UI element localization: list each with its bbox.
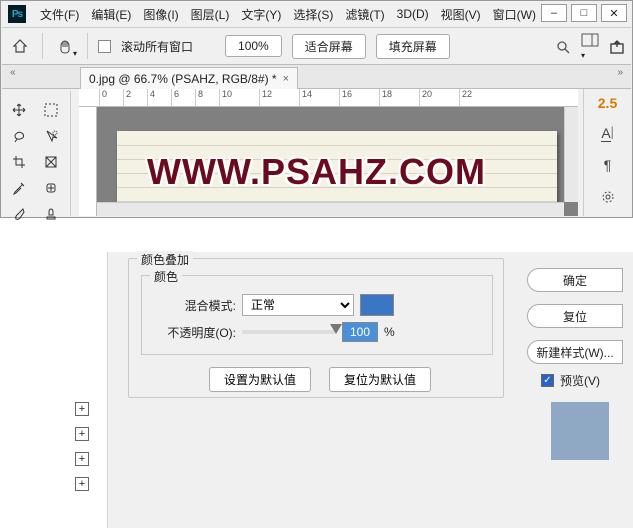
slider-thumb-icon[interactable] [330,324,342,334]
add-effect-button[interactable]: + [75,452,89,466]
document-canvas[interactable]: WWW.PSAHZ.COM [117,131,557,211]
toolbox [3,91,71,216]
menu-item-3d[interactable]: 3D(D) [391,5,435,23]
color-subgroup: 颜色 混合模式: 正常 不透明度(O): % [141,275,493,355]
ruler-tick: 22 [459,89,499,106]
preview-label: 预览(V) [560,372,600,389]
ruler-tick: 0 [99,89,123,106]
menu-bar: Ps 文件(F) 编辑(E) 图像(I) 图层(L) 文字(Y) 选择(S) 滤… [2,2,631,26]
fill-screen-button[interactable]: 填充屏幕 [376,34,450,59]
menu-item-layer[interactable]: 图层(L) [185,4,236,25]
scroll-all-checkbox[interactable] [98,40,111,53]
window-close[interactable]: ✕ [601,4,627,22]
dialog-actions: 确定 复位 新建样式(W)... ✓ 预览(V) [521,252,633,528]
blend-mode-label: 混合模式: [162,297,236,314]
ruler-tick: 18 [379,89,419,106]
ruler-tick: 2 [123,89,147,106]
fit-screen-button[interactable]: 适合屏幕 [292,34,366,59]
opacity-label: 不透明度(O): [148,324,236,341]
ruler-horizontal[interactable]: 0 2 4 6 8 10 12 14 16 18 20 22 [79,89,578,107]
frame-tool[interactable] [36,150,66,174]
ok-button[interactable]: 确定 [527,268,623,292]
ruler-tick: 8 [195,89,219,106]
menu-item-view[interactable]: 视图(V) [435,4,487,25]
window-maximize[interactable]: □ [571,4,597,22]
char-size-value[interactable]: 2.5 [598,95,617,111]
reset-default-button[interactable]: 复位为默认值 [329,367,431,392]
menu-item-edit[interactable]: 编辑(E) [85,4,137,25]
ruler-vertical[interactable] [79,107,97,216]
move-tool[interactable] [4,98,34,122]
menu-item-window[interactable]: 窗口(W) [487,4,542,25]
chevron-down-icon: ▾ [73,49,77,58]
scroll-all-label: 滚动所有窗口 [121,38,193,55]
add-effect-button[interactable]: + [75,427,89,441]
opacity-slider[interactable] [242,330,336,334]
style-list-column: + + + + [0,252,108,528]
menu-item-image[interactable]: 图像(I) [137,4,184,25]
canvas-background[interactable]: WWW.PSAHZ.COM [97,107,578,216]
app-logo: Ps [8,5,26,23]
share-icon[interactable] [609,39,625,55]
scrollbar-vertical[interactable] [564,107,578,202]
ruler-tick: 6 [171,89,195,106]
ruler-tick: 12 [259,89,299,106]
new-style-button[interactable]: 新建样式(W)... [527,340,623,364]
lasso-tool[interactable] [4,124,34,148]
home-icon[interactable] [8,34,32,58]
document-tab[interactable]: 0.jpg @ 66.7% (PSAHZ, RGB/8#) * × [80,67,298,89]
options-panel: 颜色叠加 颜色 混合模式: 正常 不透明度(O): % [120,252,514,528]
group-title: 颜色叠加 [137,251,193,268]
color-swatch[interactable] [360,294,394,316]
right-panel: 2.5 A| ¶ [583,89,631,216]
eyedropper-tool[interactable] [4,176,34,200]
canvas-area: 0 2 4 6 8 10 12 14 16 18 20 22 WWW.PSAHZ… [79,89,578,216]
marquee-tool[interactable] [36,98,66,122]
set-default-button[interactable]: 设置为默认值 [209,367,311,392]
close-tab-icon[interactable]: × [283,73,289,85]
layer-style-dialog: + + + + 颜色叠加 颜色 混合模式: 正常 不透明度(O): [0,252,633,528]
crop-tool[interactable] [4,150,34,174]
subgroup-title: 颜色 [150,268,182,285]
ruler-tick: 20 [419,89,459,106]
ruler-tick: 14 [299,89,339,106]
zoom-button[interactable]: 100% [225,35,282,57]
canvas-text-content: WWW.PSAHZ.COM [147,151,486,193]
separator [87,33,88,59]
reset-button[interactable]: 复位 [527,304,623,328]
expand-panels-left-icon[interactable]: « [10,69,16,77]
blend-mode-select[interactable]: 正常 [242,294,354,316]
scrollbar-horizontal[interactable] [97,202,564,216]
menu-item-file[interactable]: 文件(F) [34,4,85,25]
menu-item-select[interactable]: 选择(S) [287,4,339,25]
menu-item-type[interactable]: 文字(Y) [235,4,287,25]
brush-tool[interactable] [4,202,34,226]
text-align-icon[interactable]: A| [594,123,622,143]
ruler-tick: 10 [219,89,259,106]
ruler-tick: 4 [147,89,171,106]
add-effect-button[interactable]: + [75,402,89,416]
stamp-tool[interactable] [36,202,66,226]
workspace-icon[interactable]: ▾ [581,33,599,61]
ruler-tick: 16 [339,89,379,106]
paragraph-icon[interactable]: ¶ [594,155,622,175]
percent-label: % [384,325,395,339]
quick-select-tool[interactable] [36,124,66,148]
opacity-input[interactable] [342,322,378,342]
add-effect-button[interactable]: + [75,477,89,491]
preview-checkbox[interactable]: ✓ [541,374,554,387]
expand-panels-right-icon[interactable]: » [617,69,623,77]
hand-tool-icon[interactable]: ▾ [53,34,77,58]
menu-item-filter[interactable]: 滤镜(T) [339,4,390,25]
document-tab-title: 0.jpg @ 66.7% (PSAHZ, RGB/8#) * [89,72,277,86]
glyphs-icon[interactable] [594,187,622,207]
preview-swatch [551,402,609,460]
color-overlay-group: 颜色叠加 颜色 混合模式: 正常 不透明度(O): % [128,258,504,398]
separator [42,33,43,59]
window-minimize[interactable]: – [541,4,567,22]
healing-tool[interactable] [36,176,66,200]
document-tab-bar: « 0.jpg @ 66.7% (PSAHZ, RGB/8#) * × » [2,65,631,89]
search-icon[interactable] [555,39,571,55]
options-bar: ▾ 滚动所有窗口 100% 适合屏幕 填充屏幕 ▾ [2,27,631,65]
